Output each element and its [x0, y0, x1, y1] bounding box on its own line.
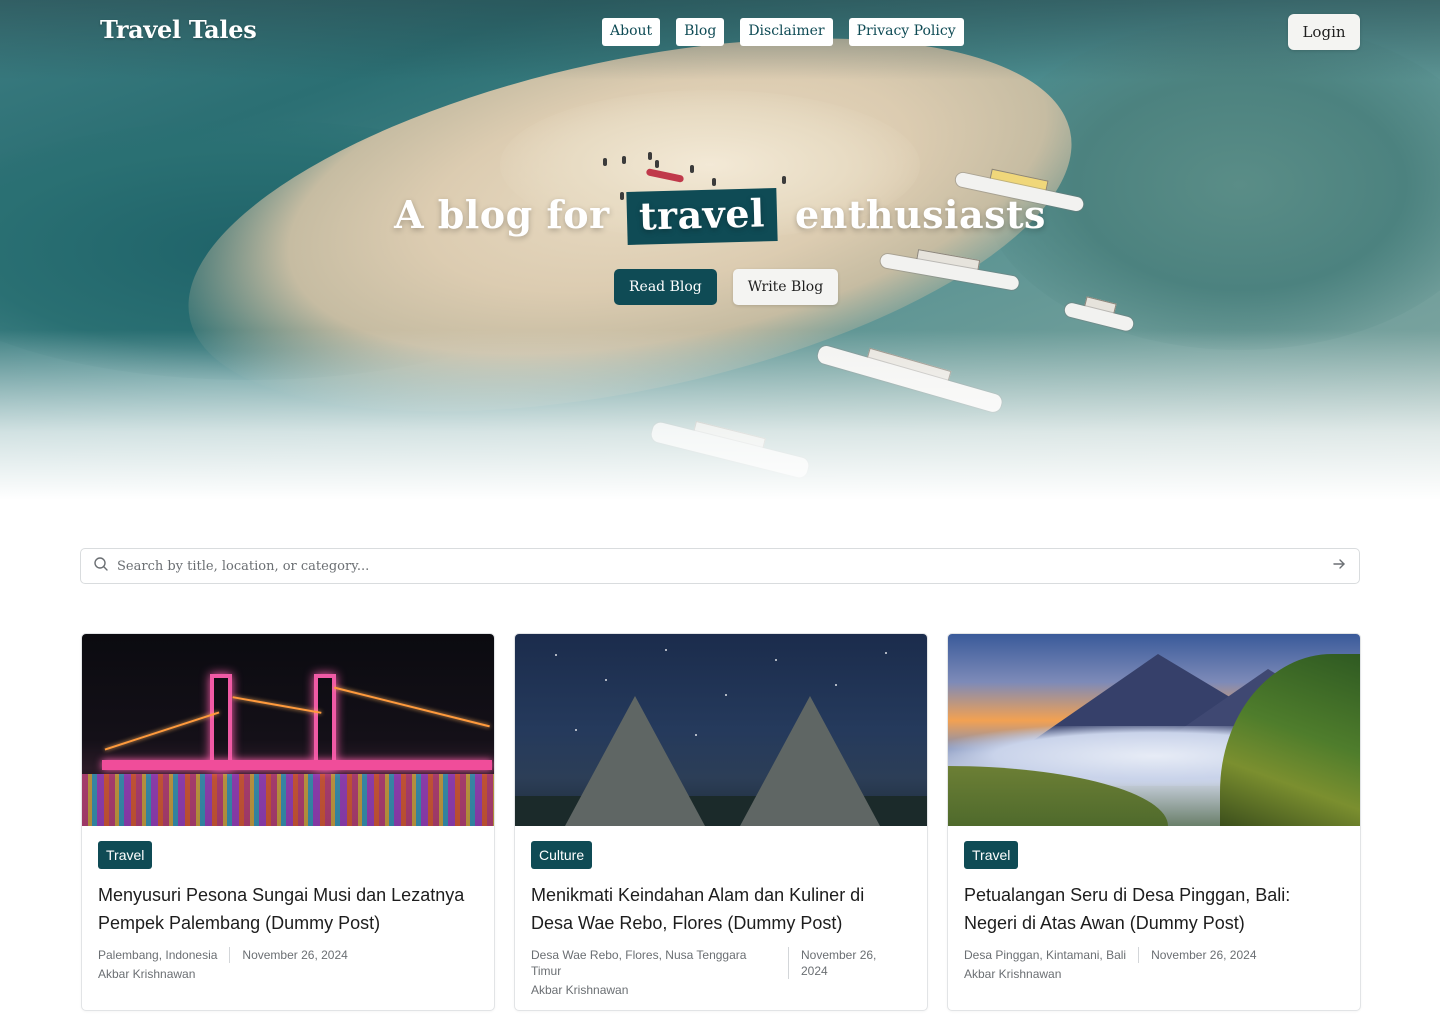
star: [605, 679, 607, 681]
read-blog-button[interactable]: Read Blog: [614, 269, 717, 305]
nav-about[interactable]: About: [602, 18, 661, 46]
hero-person: [712, 178, 716, 186]
star: [665, 649, 667, 651]
post-title[interactable]: Petualangan Seru di Desa Pinggan, Bali: …: [964, 881, 1344, 937]
hero-banner: [0, 0, 1440, 500]
star: [555, 654, 557, 656]
hut: [740, 696, 880, 826]
star: [775, 659, 777, 661]
search-input[interactable]: [117, 558, 1331, 574]
hero-person: [782, 176, 786, 184]
post-location: Palembang, Indonesia: [98, 947, 231, 963]
category-badge[interactable]: Culture: [531, 841, 593, 869]
bridge-cable: [334, 686, 490, 728]
hero-headline-highlight: travel: [626, 188, 778, 245]
post-thumbnail[interactable]: [82, 634, 494, 826]
post-title[interactable]: Menyusuri Pesona Sungai Musi dan Lezatny…: [98, 881, 478, 937]
post-title[interactable]: Menikmati Keindahan Alam dan Kuliner di …: [531, 881, 911, 937]
nav-blog[interactable]: Blog: [676, 18, 725, 46]
hut: [565, 696, 705, 826]
post-thumbnail[interactable]: [515, 634, 927, 826]
category-badge[interactable]: Travel: [964, 841, 1019, 869]
post-meta: Desa Pinggan, Kintamani, Bali November 2…: [964, 947, 1344, 963]
hero-person: [648, 152, 652, 160]
arrow-right-icon[interactable]: [1331, 556, 1347, 576]
bridge-tower: [210, 674, 232, 770]
post-meta: Desa Wae Rebo, Flores, Nusa Tenggara Tim…: [531, 947, 911, 979]
post-date: November 26, 2024: [801, 948, 877, 978]
hero-bottom-fade: [0, 330, 1440, 500]
post-list: Travel Menyusuri Pesona Sungai Musi dan …: [81, 633, 1361, 1011]
post-thumbnail[interactable]: [948, 634, 1360, 826]
hero-person: [655, 160, 659, 168]
post-author: Akbar Krishnawan: [98, 967, 196, 981]
category-badge[interactable]: Travel: [98, 841, 153, 869]
post-meta: Palembang, Indonesia November 26, 2024: [98, 947, 478, 963]
star: [725, 694, 727, 696]
post-date: November 26, 2024: [242, 948, 348, 962]
river-reflection: [82, 774, 494, 826]
hero-person: [603, 158, 607, 166]
hero-person: [622, 156, 626, 164]
bridge-cable: [104, 711, 220, 751]
post-card[interactable]: Culture Menikmati Keindahan Alam dan Kul…: [514, 633, 928, 1011]
post-location: Desa Wae Rebo, Flores, Nusa Tenggara Tim…: [531, 947, 789, 979]
hero-headline-before: A blog for: [394, 192, 610, 237]
post-author: Akbar Krishnawan: [964, 967, 1062, 981]
post-author: Akbar Krishnawan: [531, 983, 629, 997]
bridge-cable: [232, 696, 322, 714]
post-card[interactable]: Travel Petualangan Seru di Desa Pinggan,…: [947, 633, 1361, 1011]
search-icon: [93, 556, 109, 576]
nav-disclaimer[interactable]: Disclaimer: [740, 18, 833, 46]
post-date: November 26, 2024: [1151, 948, 1257, 962]
star: [835, 684, 837, 686]
post-location: Desa Pinggan, Kintamani, Bali: [964, 947, 1140, 963]
hero-headline: A blog for travel enthusiasts: [0, 188, 1440, 245]
hero-person: [690, 165, 694, 173]
write-blog-button[interactable]: Write Blog: [732, 269, 839, 305]
main-nav: About Blog Disclaimer Privacy Policy: [602, 18, 964, 46]
hero-actions: Read Blog Write Blog: [614, 269, 839, 305]
brand-logo[interactable]: Travel Tales: [100, 15, 257, 44]
nav-privacy-policy[interactable]: Privacy Policy: [848, 18, 964, 46]
post-card[interactable]: Travel Menyusuri Pesona Sungai Musi dan …: [81, 633, 495, 1011]
login-button[interactable]: Login: [1288, 14, 1360, 50]
hero-headline-after: enthusiasts: [795, 192, 1046, 237]
bridge-deck: [102, 760, 492, 770]
bridge-tower: [314, 674, 336, 770]
search-bar: [80, 548, 1360, 584]
star: [885, 652, 887, 654]
